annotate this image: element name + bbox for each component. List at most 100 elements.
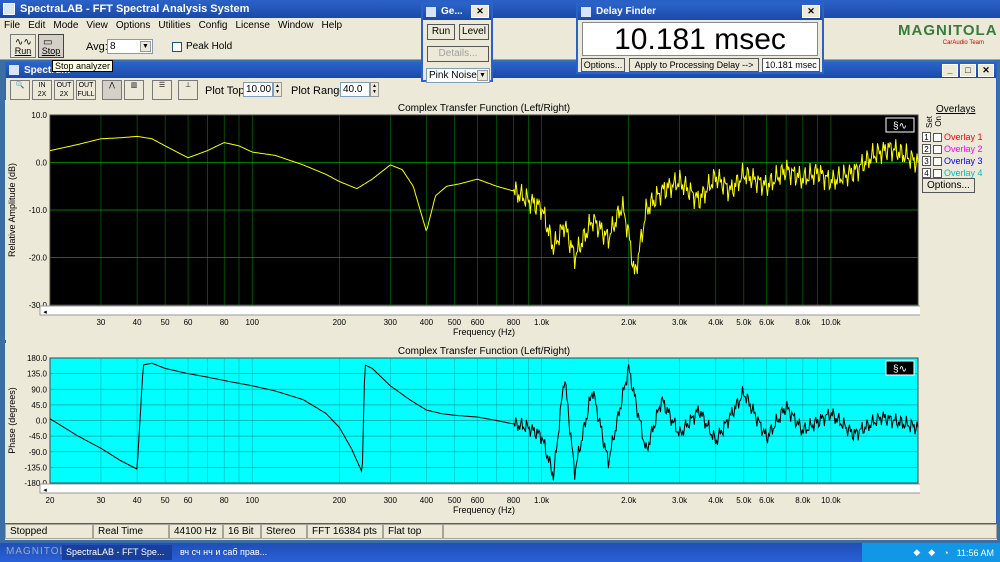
x-tick-label: 600 (471, 496, 485, 505)
x-tick-label: 400 (420, 496, 434, 505)
delay-finder-titlebar[interactable]: Delay Finder ✕ (578, 4, 822, 20)
main-toolbar: ∿∿ Run ▭ Stop Avg: 8 ▼ Peak Hold (0, 32, 1000, 60)
overlay-set-4[interactable]: 4 (922, 168, 931, 178)
menu-file[interactable]: File (0, 20, 24, 31)
x-tick-label: 8.0k (795, 318, 811, 327)
tray-icon[interactable]: ◆ (913, 547, 920, 558)
generator-details-button[interactable]: Details... (427, 46, 489, 62)
maximize-icon[interactable]: □ (960, 64, 976, 77)
chart-title: Complex Transfer Function (Left/Right) (398, 346, 570, 357)
avg-label: Avg: (86, 41, 108, 53)
noise-select[interactable]: Pink Noise ▼ (426, 68, 490, 83)
chevron-down-icon[interactable]: ▼ (477, 70, 488, 81)
wave-mode-glyph: §∿ (893, 121, 907, 132)
x-tick-label: 40 (133, 318, 142, 327)
menu-window[interactable]: Window (274, 20, 318, 31)
menu-edit[interactable]: Edit (24, 20, 49, 31)
x-tick-label: 6.0k (759, 318, 775, 327)
system-tray: ◆ ◆ ◔ 11:56 AM (862, 543, 1000, 562)
x-tick-label: 800 (507, 496, 521, 505)
zoom-out-2x-icon[interactable]: OUT 2X (54, 80, 74, 100)
overlay-options-button[interactable]: Options... (922, 178, 975, 193)
status-window: Flat top (383, 524, 443, 539)
generator-level-button[interactable]: Level (459, 24, 489, 40)
avg-select[interactable]: 8 ▼ (107, 39, 153, 54)
table-icon[interactable]: ☰ (152, 80, 172, 100)
minimize-icon[interactable]: _ (942, 64, 958, 77)
x-tick-label: 300 (384, 318, 398, 327)
clock[interactable]: 11:56 AM (957, 548, 994, 558)
x-tick-label: 200 (333, 318, 347, 327)
delay-options-button[interactable]: Options... (581, 58, 625, 72)
generator-titlebar[interactable]: Ge... ✕ (423, 4, 491, 20)
overlay-on-2[interactable] (933, 144, 942, 154)
spectrum-toolbar: 🔍 IN 2X OUT 2X OUT FULL ⋀ ▥ ☰ ⊥ Plot Top: 1… (6, 80, 996, 102)
horizontal-scrollbar (39, 483, 920, 494)
chevron-down-icon[interactable]: ▼ (140, 41, 151, 52)
stop-button[interactable]: ▭ Stop (38, 34, 64, 58)
y-axis-label: Relative Amplitude (dB) (7, 163, 17, 257)
y-tick-label: -20.0 (29, 254, 48, 263)
zoom-icon[interactable]: 🔍 (10, 80, 30, 100)
taskbar: MAGNITOLA.CARAUDIO.NET SpectraLAB - FFT … (0, 543, 1000, 562)
overlay-row-4: 4 Overlay 4 (922, 168, 983, 178)
cursor-icon[interactable]: ⊥ (178, 80, 198, 100)
menu-view[interactable]: View (82, 20, 112, 31)
overlays-header: Overlays (936, 104, 976, 115)
phase-chart[interactable]: Complex Transfer Function (Left/Right) 18… (5, 343, 920, 523)
status-channels: Stereo (261, 524, 307, 539)
overlay-on-3[interactable] (933, 156, 942, 166)
x-tick-label: 2.0k (621, 318, 637, 327)
status-bits: 16 Bit (223, 524, 261, 539)
spectrum-titlebar[interactable]: Spectrum _ □ ✕ (6, 63, 996, 78)
x-tick-label: 80 (220, 496, 229, 505)
menu-utilities[interactable]: Utilities (154, 20, 194, 31)
plot-top-input[interactable]: 10.00 ▲ ▼ (243, 82, 282, 97)
spinner-icon[interactable]: ▲ ▼ (370, 82, 379, 97)
close-icon[interactable]: ✕ (978, 64, 994, 77)
task-spectralab[interactable]: SpectraLAB - FFT Spe... (62, 545, 172, 560)
checkbox-box[interactable] (172, 41, 182, 52)
menu-options[interactable]: Options (112, 20, 154, 31)
tray-icon[interactable]: ◆ (928, 547, 935, 558)
peak-hold-checkbox[interactable]: Peak Hold (172, 41, 232, 52)
delay-finder-window: Delay Finder ✕ 10.181 msec Options... Ap… (576, 2, 824, 74)
overlay-set-2[interactable]: 2 (922, 144, 931, 154)
y-tick-label: -45.0 (29, 432, 48, 441)
task-browser[interactable]: вч сч нч и саб прав... (176, 545, 286, 560)
close-icon[interactable]: ✕ (802, 5, 820, 18)
apply-delay-button[interactable]: Apply to Processing Delay --> (629, 58, 759, 72)
overlay-label-4: Overlay 4 (944, 168, 983, 178)
x-tick-label: 50 (161, 496, 170, 505)
x-tick-label: 200 (333, 496, 347, 505)
generator-run-button[interactable]: Run (427, 24, 455, 40)
line-graph-icon[interactable]: ⋀ (102, 80, 122, 100)
x-tick-label: 6.0k (759, 496, 775, 505)
x-axis-label: Frequency (Hz) (453, 505, 515, 515)
menu-config[interactable]: Config (195, 20, 232, 31)
bar-graph-icon[interactable]: ▥ (124, 80, 144, 100)
menu-mode[interactable]: Mode (49, 20, 82, 31)
app-titlebar[interactable]: SpectraLAB - FFT Spectral Analysis Syste… (0, 0, 1000, 18)
volume-icon[interactable]: ◔ (943, 548, 948, 558)
x-tick-label: 60 (184, 318, 193, 327)
zoom-out-full-icon[interactable]: OUT FULL (76, 80, 96, 100)
menu-help[interactable]: Help (318, 20, 347, 31)
overlay-set-3[interactable]: 3 (922, 156, 931, 166)
delay-readout: 10.181 msec (582, 22, 818, 56)
run-button[interactable]: ∿∿ Run (10, 34, 36, 58)
plot-range-input[interactable]: 40.0 ▲ ▼ (340, 82, 379, 97)
app-icon (3, 3, 15, 15)
amplitude-chart[interactable]: Complex Transfer Function (Left/Right) 10… (5, 100, 920, 340)
x-tick-label: 100 (246, 318, 260, 327)
status-rate: 44100 Hz (169, 524, 223, 539)
menu-license[interactable]: License (231, 20, 273, 31)
overlay-on-1[interactable] (933, 132, 942, 142)
close-icon[interactable]: ✕ (471, 5, 489, 18)
status-fft: FFT 16384 pts (307, 524, 383, 539)
overlay-on-4[interactable] (933, 168, 942, 178)
x-tick-label: 8.0k (795, 496, 811, 505)
spinner-icon[interactable]: ▲ ▼ (273, 82, 282, 97)
zoom-in-2x-icon[interactable]: IN 2X (32, 80, 52, 100)
overlay-set-1[interactable]: 1 (922, 132, 931, 142)
